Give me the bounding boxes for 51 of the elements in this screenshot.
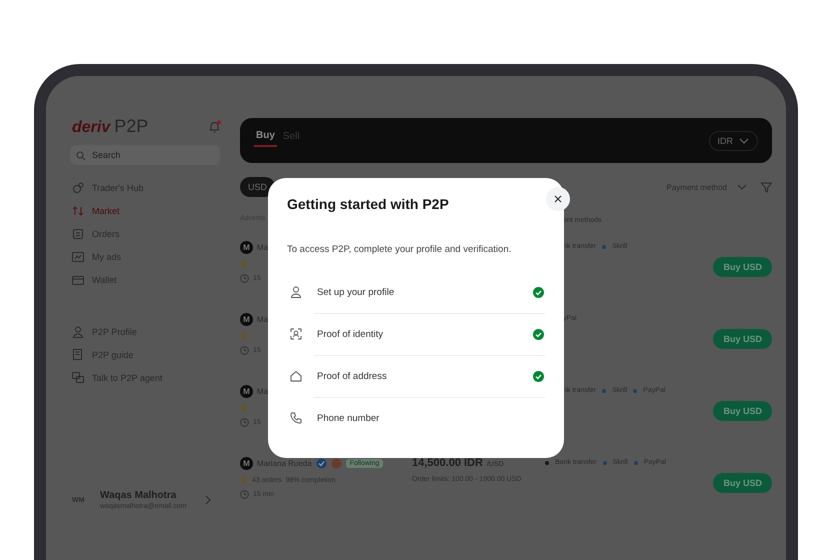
bell-icon[interactable] xyxy=(208,120,222,134)
avatar: M xyxy=(240,241,253,254)
face-scan-icon xyxy=(290,328,302,340)
badge-icon xyxy=(330,458,342,469)
hub-icon xyxy=(72,182,84,194)
step-item[interactable]: Proof of address xyxy=(287,355,545,397)
clock-icon xyxy=(240,490,249,499)
chevron-down-icon xyxy=(737,184,747,190)
buy-button[interactable]: Buy USD xyxy=(713,401,772,421)
clock-icon xyxy=(240,274,249,283)
price: 14,500.00 IDR xyxy=(412,457,483,469)
modal-description: To access P2P, complete your profile and verification. xyxy=(287,244,512,255)
star-icon xyxy=(240,260,248,268)
person-icon xyxy=(72,326,84,338)
currency-dropdown[interactable]: IDR xyxy=(708,130,758,150)
chevron-right-icon xyxy=(204,495,212,505)
search-icon xyxy=(76,151,86,161)
close-icon xyxy=(554,195,562,203)
chevron-down-icon xyxy=(739,138,749,144)
step-item[interactable]: Phone number xyxy=(287,397,545,439)
trade-tab[interactable]: Buy xyxy=(254,130,277,147)
step-item[interactable]: Proof of identity xyxy=(287,313,545,355)
filter-icon[interactable] xyxy=(761,182,772,192)
buy-button[interactable]: Buy USD xyxy=(713,473,772,493)
nav-item[interactable]: Market xyxy=(72,204,222,218)
person-icon xyxy=(290,286,302,298)
book-icon xyxy=(72,349,84,361)
wallet-icon xyxy=(72,274,84,286)
avatar: M xyxy=(240,313,253,326)
buy-button[interactable]: Buy USD xyxy=(713,329,772,349)
currency-filter[interactable]: USD xyxy=(240,177,276,197)
avatar: M xyxy=(240,457,253,470)
star-icon xyxy=(240,404,248,412)
user-name: Waqas Malhotra xyxy=(100,490,178,501)
search-field[interactable]: Search xyxy=(70,145,220,165)
clock-icon xyxy=(240,346,249,355)
star-icon xyxy=(240,476,248,484)
chat-icon xyxy=(72,372,84,384)
logo-brand: deriv xyxy=(72,119,110,137)
house-icon xyxy=(290,370,302,382)
clock-icon xyxy=(240,418,249,427)
phone-icon xyxy=(290,412,302,424)
chart-icon xyxy=(72,251,84,263)
arrows-icon xyxy=(72,205,84,217)
star-icon xyxy=(240,332,248,340)
step-item[interactable]: Set up your profile xyxy=(287,271,545,313)
modal-title: Getting started with P2P xyxy=(287,195,450,214)
list-icon xyxy=(72,228,84,240)
close-button[interactable] xyxy=(546,187,570,211)
avatar: M xyxy=(240,385,253,398)
buy-button[interactable]: Buy USD xyxy=(713,257,772,277)
